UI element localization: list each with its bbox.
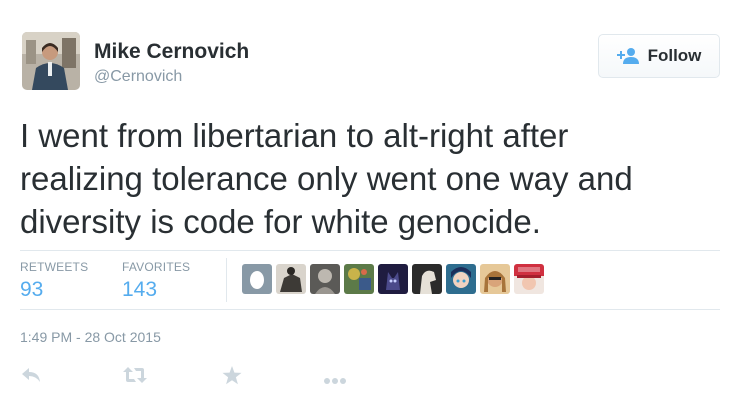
author-avatar[interactable] [22, 32, 80, 90]
retweet-icon [122, 367, 148, 388]
follow-button-label: Follow [647, 46, 702, 65]
author-name[interactable]: Mike Cernovich [94, 40, 249, 64]
horse-rider-avatar[interactable] [276, 264, 306, 294]
statue-avatar[interactable] [310, 264, 340, 294]
retweets-label: RETWEETS [20, 260, 89, 274]
colorful-artwork-avatar[interactable] [344, 264, 374, 294]
retweets-stat[interactable]: RETWEETS 93 [20, 260, 88, 302]
tweet-text-line: realizing tolerance only went one way an… [20, 160, 633, 197]
default-egg-avatar[interactable] [242, 264, 272, 294]
divider [226, 258, 227, 302]
favoriter-avatars [242, 264, 544, 294]
more-icon [323, 372, 347, 389]
favorite-button[interactable] [222, 366, 242, 390]
favorites-count: 143 [122, 278, 158, 301]
author-handle[interactable]: @Cernovich [94, 68, 182, 86]
favorite-star-icon [222, 366, 242, 389]
reply-button[interactable] [20, 366, 42, 389]
divider [20, 309, 720, 310]
wolf-avatar[interactable] [378, 264, 408, 294]
follow-person-plus-icon [616, 47, 639, 65]
divider [20, 250, 720, 251]
tweet-text-line: I went from libertarian to alt-right aft… [20, 117, 569, 154]
retweets-count: 93 [20, 278, 44, 301]
tweet-text-line: diversity is code for white genocide. [20, 203, 541, 240]
favorites-label: FAVORITES [122, 260, 191, 274]
reply-icon [20, 368, 42, 388]
woman-sunglasses-avatar[interactable] [480, 264, 510, 294]
tweet-timestamp[interactable]: 1:49 PM - 28 Oct 2015 [20, 329, 161, 345]
follow-button[interactable]: Follow [598, 34, 720, 78]
red-hat-avatar[interactable] [514, 264, 544, 294]
retweet-button[interactable] [122, 366, 148, 389]
tweet-text: I went from libertarian to alt-right aft… [20, 114, 720, 243]
favorites-stat[interactable]: FAVORITES 143 [122, 260, 190, 302]
white-horse-avatar[interactable] [412, 264, 442, 294]
anime-girl-avatar[interactable] [446, 264, 476, 294]
more-button[interactable] [323, 372, 347, 390]
